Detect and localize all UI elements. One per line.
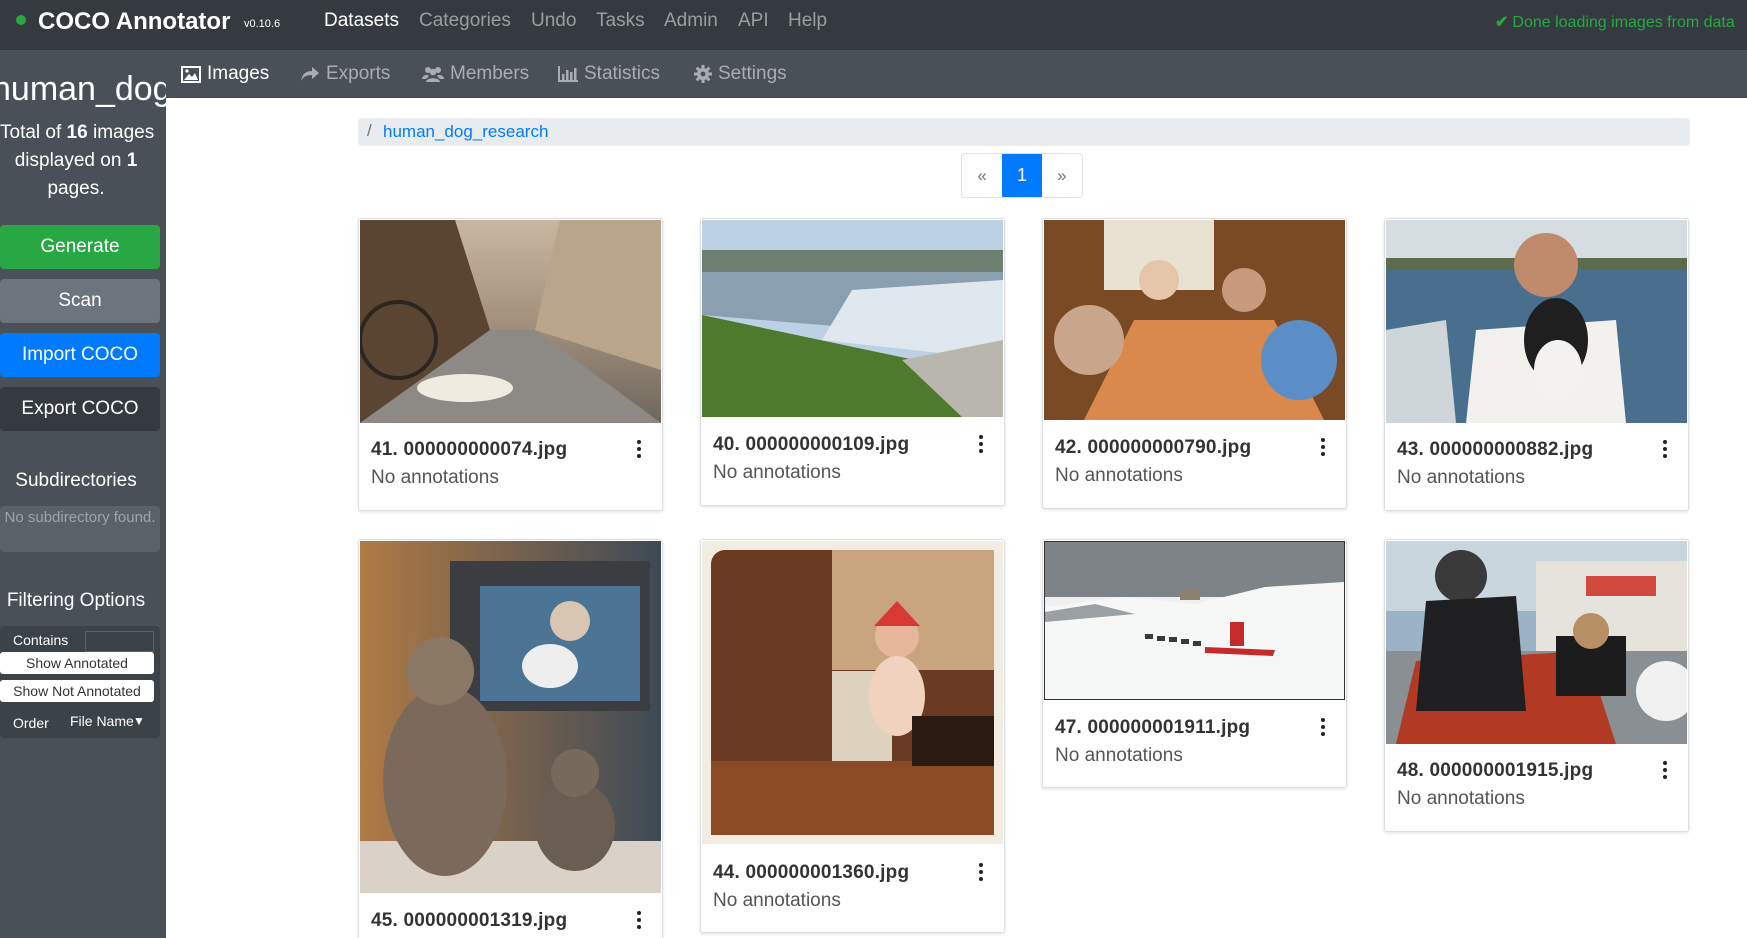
dataset-tabs-bar: Images Exports Members Statistics Settin… [0, 50, 1747, 98]
nav-categories[interactable]: Categories [419, 10, 511, 32]
image-card[interactable]: 42. 000000000790.jpg No annotations [1042, 218, 1347, 509]
image-thumbnail[interactable] [360, 220, 661, 423]
more-options-icon[interactable] [635, 911, 643, 929]
annotation-status: No annotations [1397, 788, 1525, 809]
bar-chart-icon [558, 66, 578, 82]
pagination: « 1 » [961, 153, 1083, 198]
tab-statistics[interactable]: Statistics [558, 63, 660, 85]
show-annotated-button[interactable]: Show Annotated [0, 652, 154, 674]
annotation-status: No annotations [371, 467, 499, 488]
image-filename[interactable]: 48. 000000001915.jpg [1397, 760, 1593, 782]
gear-icon [694, 65, 712, 83]
image-thumbnail[interactable] [1044, 220, 1345, 420]
annotation-status: No annotations [713, 890, 841, 911]
image-card[interactable]: 47. 000000001911.jpg No annotations [1042, 539, 1347, 788]
previous-page-button[interactable]: « [962, 154, 1002, 197]
users-icon [422, 67, 444, 82]
breadcrumb [358, 118, 1690, 146]
image-thumbnail[interactable] [702, 541, 1003, 844]
image-filename[interactable]: 44. 000000001360.jpg [713, 862, 909, 884]
generate-button[interactable]: Generate [0, 225, 160, 269]
more-options-icon[interactable] [977, 863, 985, 881]
image-card[interactable]: 45. 000000001319.jpg [358, 539, 663, 938]
nav-admin[interactable]: Admin [664, 10, 718, 32]
tab-settings[interactable]: Settings [694, 63, 787, 85]
image-card[interactable]: 48. 000000001915.jpg No annotations [1384, 539, 1689, 832]
image-card[interactable]: 43. 000000000882.jpg No annotations [1384, 218, 1689, 511]
app-version: v0.10.6 [244, 18, 281, 30]
chevron-down-icon: ▼ [133, 714, 145, 728]
total-images-line: Total of 16 images [0, 122, 155, 143]
dataset-sidebar: human_dog_research Total of 16 images di… [0, 50, 166, 938]
image-thumbnail[interactable] [360, 541, 661, 893]
current-page-button[interactable]: 1 [1002, 154, 1042, 197]
check-icon: ✔ [1495, 14, 1509, 31]
filtering-options-heading: Filtering Options [6, 590, 146, 611]
nav-api[interactable]: API [738, 10, 769, 32]
share-icon [301, 67, 319, 81]
contains-label: Contains [13, 632, 69, 648]
subdirectories-heading: Subdirectories [15, 470, 137, 491]
more-options-icon[interactable] [977, 435, 985, 453]
more-options-icon[interactable] [1319, 718, 1327, 736]
tab-images[interactable]: Images [181, 63, 269, 85]
nav-undo[interactable]: Undo [531, 10, 576, 32]
image-thumbnail[interactable] [1386, 541, 1687, 744]
app-brand[interactable]: COCO Annotator [38, 8, 230, 36]
annotation-status: No annotations [1055, 745, 1183, 766]
more-options-icon[interactable] [1319, 438, 1327, 456]
image-filename[interactable]: 47. 000000001911.jpg [1055, 717, 1250, 739]
pages-suffix: pages. [47, 178, 105, 199]
more-options-icon[interactable] [635, 440, 643, 458]
image-thumbnail[interactable] [1386, 220, 1687, 423]
image-thumbnail[interactable] [1044, 541, 1345, 700]
dataset-title: human_dog_research [0, 70, 166, 108]
status-notice: ✔ Done loading images from data [1495, 14, 1735, 31]
annotation-status: No annotations [1397, 467, 1525, 488]
no-subdirectory-notice: No subdirectory found. [0, 506, 160, 552]
image-card[interactable]: 44. 000000001360.jpg No annotations [700, 539, 1005, 933]
order-label: Order [13, 715, 49, 731]
image-icon [181, 65, 201, 83]
annotation-status: No annotations [1055, 465, 1183, 486]
breadcrumb-separator: / [367, 121, 372, 140]
tab-exports[interactable]: Exports [300, 63, 390, 85]
more-options-icon[interactable] [1661, 440, 1669, 458]
image-card[interactable]: 40. 000000000109.jpg No annotations [700, 218, 1005, 506]
next-page-button[interactable]: » [1042, 154, 1082, 197]
tab-members[interactable]: Members [422, 63, 529, 85]
annotation-status: No annotations [713, 462, 841, 483]
breadcrumb-dataset-link[interactable]: human_dog_research [383, 122, 548, 142]
image-thumbnail[interactable] [702, 220, 1003, 417]
nav-tasks[interactable]: Tasks [596, 10, 645, 32]
top-navbar: COCO Annotator v0.10.6 Datasets Categori… [0, 0, 1747, 50]
status-dot-icon [16, 15, 26, 25]
image-filename[interactable]: 45. 000000001319.jpg [371, 910, 567, 932]
pages-line: displayed on 1 [14, 150, 138, 171]
image-filename[interactable]: 40. 000000000109.jpg [713, 434, 909, 456]
more-options-icon[interactable] [1661, 761, 1669, 779]
image-card[interactable]: 41. 000000000074.jpg No annotations [358, 218, 663, 511]
show-not-annotated-button[interactable]: Show Not Annotated [0, 680, 154, 702]
contains-input[interactable] [85, 631, 154, 652]
image-filename[interactable]: 41. 000000000074.jpg [371, 439, 567, 461]
image-filename[interactable]: 43. 000000000882.jpg [1397, 439, 1593, 461]
nav-datasets[interactable]: Datasets [324, 10, 399, 32]
import-coco-button[interactable]: Import COCO [0, 333, 160, 377]
nav-help[interactable]: Help [788, 10, 827, 32]
scan-button[interactable]: Scan [0, 279, 160, 323]
export-coco-button[interactable]: Export COCO [0, 387, 160, 431]
image-filename[interactable]: 42. 000000000790.jpg [1055, 437, 1251, 459]
